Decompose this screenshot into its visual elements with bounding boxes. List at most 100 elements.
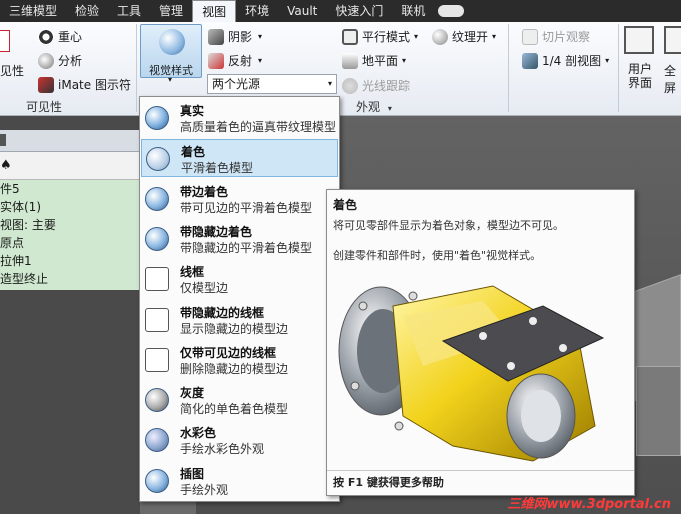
wireframe-hidden-edges-icon <box>145 307 169 332</box>
visual-style-dropdown: 真实 高质量着色的逼真带纹理模型 着色 平滑着色模型 带边着色 带可见边的平滑着色模型 带隐… <box>139 96 340 502</box>
analysis-icon <box>38 52 54 69</box>
tab-tools[interactable]: 工具 <box>108 0 150 22</box>
slice-graphics-button[interactable]: 切片观察 <box>522 28 590 45</box>
shaded-part-preview-image <box>333 276 629 466</box>
visual-style-option[interactable]: 水彩色 手绘水彩色外观 <box>141 421 338 459</box>
tab-3d-model[interactable]: 三维模型 <box>0 0 66 22</box>
visual-style-option-description: 平滑着色模型 <box>181 161 254 176</box>
ribbon: 见性 重心 分析 iMate 图示符 可见性 视觉样式 ▾ 阴影 ▾ 反射 ▾ … <box>0 22 681 116</box>
tooltip-usage-note: 创建零件和部件时，使用"着色"视觉样式。 <box>333 249 542 262</box>
collapse-arrow-icon[interactable] <box>0 134 6 146</box>
browser-header <box>0 130 140 152</box>
visual-style-option-description: 手绘水彩色外观 <box>180 442 265 457</box>
reflection-chevron-icon: ▾ <box>258 56 263 65</box>
panel-label-appearance: 外观 ▾ <box>356 100 392 114</box>
tab-online[interactable]: 联机 <box>392 0 434 22</box>
reflection-button[interactable]: 反射 ▾ <box>208 52 262 69</box>
visual-style-tooltip: 着色 将可见零部件显示为着色对象，模型边不可见。 创建零件和部件时，使用"着色"… <box>326 189 635 496</box>
user-interface-icon <box>624 26 654 54</box>
visual-style-option-title: 带隐藏边的线框 <box>180 305 265 320</box>
parallel-mode-button[interactable]: 平行模式 ▾ <box>342 28 418 45</box>
center-of-gravity-icon <box>38 28 54 45</box>
browser-toolbar: ♠ <box>0 152 140 180</box>
tab-environments[interactable]: 环境 <box>236 0 278 22</box>
ribbon-tab-bar: 三维模型 检验 工具 管理 视图 环境 Vault 快速入门 联机 <box>0 0 681 22</box>
tree-item[interactable]: 原点 <box>0 234 140 252</box>
visual-style-option-title: 线框 <box>180 265 205 280</box>
visual-style-option-description: 删除隐藏边的模型边 <box>180 361 289 376</box>
visual-style-option[interactable]: 线框 仅模型边 <box>141 260 338 298</box>
tree-item[interactable]: 实体(1) <box>0 198 140 216</box>
visual-style-option-title: 插图 <box>180 466 205 481</box>
quarter-section-button[interactable]: 1/4 剖视图 ▾ <box>522 52 609 69</box>
quarter-section-icon <box>522 52 538 69</box>
visual-style-option-title: 仅带可见边的线框 <box>180 345 277 360</box>
tree-item[interactable]: 拉伸1 <box>0 252 140 270</box>
fullscreen-icon <box>664 26 681 54</box>
tab-inspect[interactable]: 检验 <box>66 0 108 22</box>
visual-style-option-title: 水彩色 <box>180 426 217 441</box>
shadow-chevron-icon: ▾ <box>258 32 263 41</box>
visual-style-icon <box>159 29 185 55</box>
ribbon-toggle-button[interactable] <box>434 0 468 22</box>
visual-style-option-title: 灰度 <box>180 386 205 401</box>
imate-icon <box>38 76 54 93</box>
realistic-style-icon <box>145 106 169 130</box>
visual-style-option-description: 高质量着色的逼真带纹理模型 <box>180 120 337 134</box>
ground-plane-icon <box>342 52 358 69</box>
filter-icon[interactable]: ♠ <box>0 158 12 173</box>
slice-icon <box>522 28 538 45</box>
visual-style-option-description: 带隐藏边的平滑着色模型 <box>180 240 313 255</box>
quarter-section-chevron-icon: ▾ <box>605 56 610 65</box>
shaded-with-edges-icon <box>145 186 169 211</box>
visual-style-option-description: 手绘外观 <box>180 482 229 497</box>
tooltip-help-hint: 按 F1 键获得更多帮助 <box>327 470 634 495</box>
visual-style-button[interactable]: 视觉样式 ▾ <box>140 24 202 84</box>
appearance-chevron-icon: ▾ <box>387 104 392 113</box>
ground-plane-chevron-icon: ▾ <box>402 56 407 65</box>
shadow-button[interactable]: 阴影 ▾ <box>208 28 262 45</box>
center-of-gravity-button[interactable]: 重心 <box>38 28 82 45</box>
watercolor-icon <box>145 428 169 453</box>
tooltip-description: 将可见零部件显示为着色对象，模型边不可见。 <box>333 219 564 232</box>
visual-style-option[interactable]: 带边着色 带可见边的平滑着色模型 <box>141 180 338 218</box>
visual-style-option[interactable]: 插图 手绘外观 <box>141 462 338 500</box>
visibility-icon <box>0 30 10 52</box>
visibility-button-label[interactable]: 见性 <box>0 62 24 79</box>
visual-style-option[interactable]: 仅带可见边的线框 删除隐藏边的模型边 <box>141 341 338 379</box>
shaded-hidden-edges-icon <box>145 226 169 251</box>
visual-style-option-description: 显示隐藏边的模型边 <box>180 321 289 336</box>
ground-plane-button[interactable]: 地平面 ▾ <box>342 52 406 69</box>
visual-style-chevron-icon: ▾ <box>168 75 173 84</box>
visual-style-option-title: 带隐藏边着色 <box>180 224 253 239</box>
tab-view[interactable]: 视图 <box>192 0 237 22</box>
visual-style-option[interactable]: 着色 平滑着色模型 <box>141 139 338 178</box>
texture-on-button[interactable]: 纹理开 ▾ <box>432 28 496 45</box>
monochrome-icon <box>145 388 169 413</box>
viewport-model-fragment <box>636 366 681 456</box>
reflection-icon <box>208 52 224 69</box>
visual-style-option[interactable]: 灰度 简化的单色着色模型 <box>141 381 338 419</box>
model-tree: 件5 实体(1) 视图: 主要 原点 拉伸1 造型终止 <box>0 180 140 290</box>
texture-icon <box>432 28 448 45</box>
tree-item[interactable]: 件5 <box>0 180 140 198</box>
tab-manage[interactable]: 管理 <box>150 0 192 22</box>
shaded-style-icon <box>146 147 170 172</box>
user-interface-button[interactable]: 用户界面 <box>628 62 658 90</box>
raytracing-button[interactable]: 光线跟踪 <box>342 77 410 94</box>
imate-glyph-button[interactable]: iMate 图示符 <box>38 76 131 93</box>
analysis-button[interactable]: 分析 <box>38 52 82 69</box>
lighting-select[interactable]: 两个光源 ▾ <box>207 74 337 94</box>
raytracing-icon <box>342 77 358 94</box>
visual-style-option[interactable]: 带隐藏边着色 带隐藏边的平滑着色模型 <box>141 220 338 258</box>
tree-item[interactable]: 视图: 主要 <box>0 216 140 234</box>
tree-item[interactable]: 造型终止 <box>0 270 140 288</box>
tab-get-started[interactable]: 快速入门 <box>326 0 392 22</box>
parallel-mode-icon <box>342 28 358 45</box>
fullscreen-button[interactable]: 全屏 <box>664 62 681 96</box>
tab-vault[interactable]: Vault <box>278 0 326 22</box>
visual-style-option[interactable]: 真实 高质量着色的逼真带纹理模型 <box>141 99 338 137</box>
shadow-icon <box>208 28 224 45</box>
visual-style-option-title: 带边着色 <box>180 184 229 199</box>
visual-style-option[interactable]: 带隐藏边的线框 显示隐藏边的模型边 <box>141 301 338 339</box>
